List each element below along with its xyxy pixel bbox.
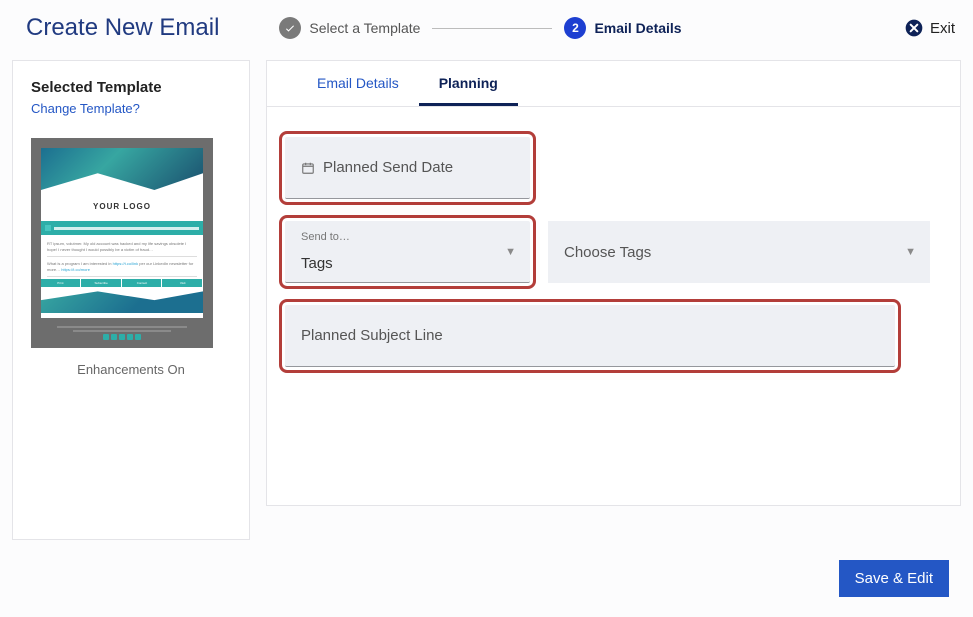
step-connector bbox=[432, 28, 552, 29]
thumb-logo-text: YOUR LOGO bbox=[41, 202, 203, 211]
step-label: Select a Template bbox=[309, 20, 420, 36]
wizard-header: Create New Email Select a Template 2 Ema… bbox=[0, 0, 973, 60]
chevron-down-icon: ▼ bbox=[505, 246, 516, 258]
wizard-steps: Select a Template 2 Email Details bbox=[279, 17, 904, 39]
tab-email-details[interactable]: Email Details bbox=[297, 61, 419, 106]
save-and-edit-button[interactable]: Save & Edit bbox=[839, 560, 949, 597]
step-label: Email Details bbox=[594, 20, 681, 36]
field-value: Tags bbox=[301, 255, 490, 272]
field-placeholder: Planned Send Date bbox=[323, 159, 453, 176]
page-title: Create New Email bbox=[26, 14, 219, 42]
field-label: Send to… bbox=[301, 231, 350, 243]
field-placeholder: Choose Tags bbox=[564, 244, 651, 261]
change-template-link[interactable]: Change Template? bbox=[31, 101, 140, 116]
selected-template-card: Selected Template Change Template? YOUR … bbox=[12, 60, 250, 540]
details-panel: Email Details Planning Planned Send Date bbox=[266, 60, 961, 506]
planning-form: Planned Send Date Send to… Tags ▼ Choose… bbox=[267, 107, 960, 413]
calendar-icon bbox=[301, 161, 315, 175]
choose-tags-select[interactable]: Choose Tags ▼ bbox=[548, 221, 930, 283]
tab-bar: Email Details Planning bbox=[267, 61, 960, 107]
close-circle-icon bbox=[904, 18, 924, 38]
step-number-badge: 2 bbox=[564, 17, 586, 39]
step-select-template[interactable]: Select a Template bbox=[279, 17, 420, 39]
step-email-details[interactable]: 2 Email Details bbox=[564, 17, 681, 39]
send-to-select[interactable]: Send to… Tags ▼ bbox=[285, 221, 530, 283]
field-placeholder: Planned Subject Line bbox=[301, 327, 443, 344]
check-icon bbox=[279, 17, 301, 39]
template-thumbnail[interactable]: YOUR LOGO RT ipsum, volutmer. My old acc… bbox=[31, 138, 213, 348]
exit-button[interactable]: Exit bbox=[904, 18, 955, 38]
thumbnail-caption: Enhancements On bbox=[31, 362, 231, 377]
action-footer: Save & Edit bbox=[0, 540, 973, 617]
planned-send-date-field[interactable]: Planned Send Date bbox=[285, 137, 530, 199]
tab-planning[interactable]: Planning bbox=[419, 61, 518, 106]
planned-subject-line-field[interactable]: Planned Subject Line bbox=[285, 305, 895, 367]
chevron-down-icon: ▼ bbox=[905, 246, 916, 258]
exit-label: Exit bbox=[930, 20, 955, 37]
sidebar-heading: Selected Template bbox=[31, 79, 231, 96]
